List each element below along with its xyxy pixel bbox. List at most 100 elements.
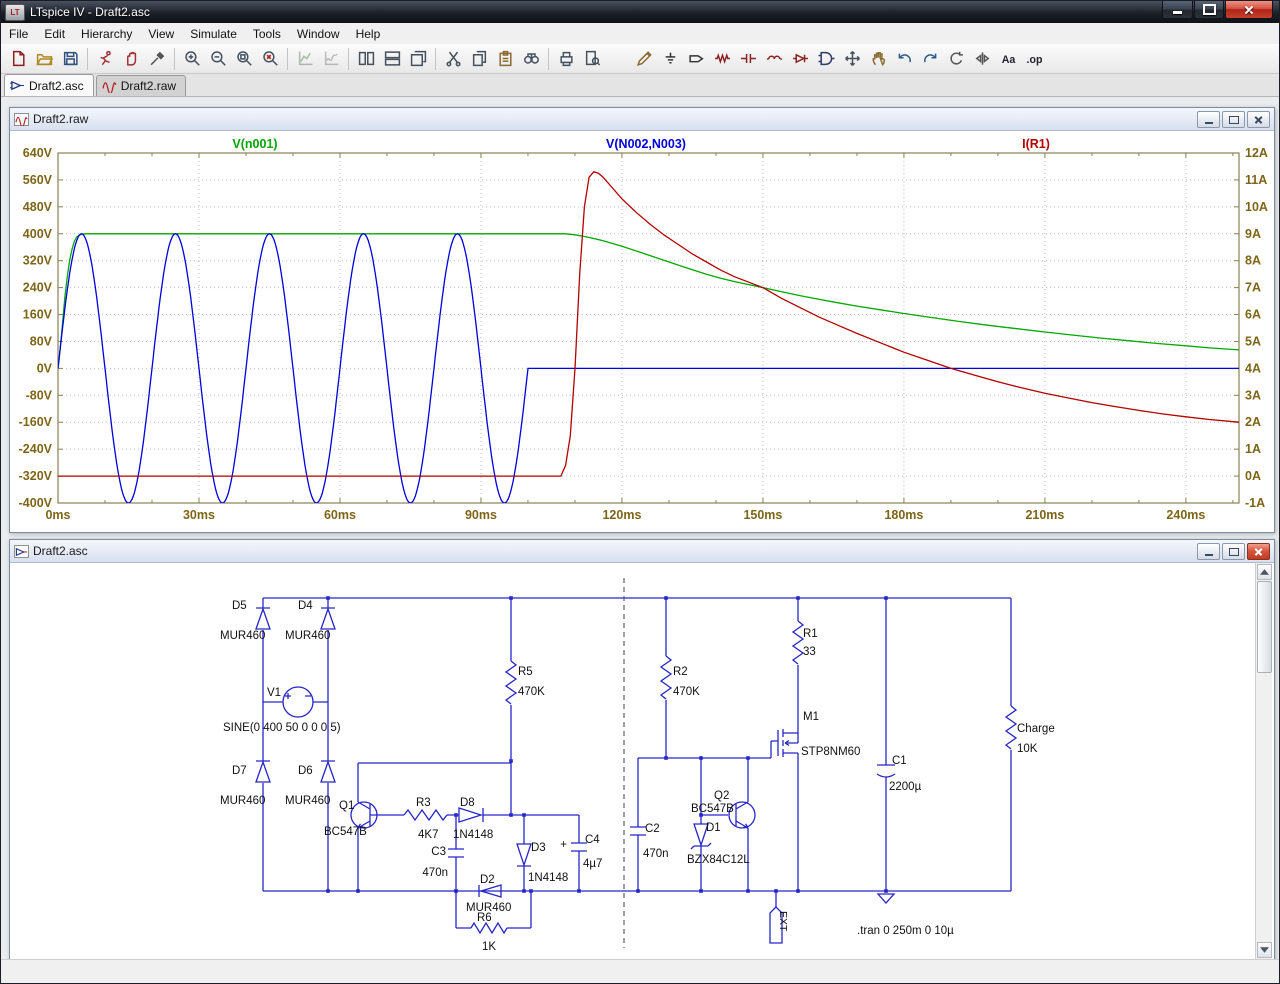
svg-text:160V: 160V [23,308,53,322]
label-net-button[interactable] [683,46,709,72]
component-label: Q1 [339,800,354,812]
scroll-down-button[interactable] [1257,942,1272,958]
cascade-button[interactable] [405,46,431,72]
minimize-button[interactable] [1162,1,1193,19]
mirror-button[interactable] [969,46,995,72]
paste-button[interactable] [492,46,518,72]
zoom-full-extents-button[interactable] [231,46,257,72]
menu-window[interactable]: Window [289,25,348,43]
title-bar[interactable]: LT LTspice IV - Draft2.asc [1,1,1279,23]
diode-button[interactable] [787,46,813,72]
waveform-minimize-button[interactable] [1197,111,1220,128]
ground-button[interactable] [657,46,683,72]
resistor-r5 [506,661,516,704]
svg-text:400V: 400V [23,227,53,241]
mdi-area: Draft2.raw 640V560V480V400V320V240V160V8… [1,97,1279,959]
drag-button[interactable] [865,46,891,72]
waveform-maximize-button[interactable] [1222,111,1245,128]
save-button[interactable] [57,46,83,72]
component-label: SINE(0 400 50 0 0 0 5) [223,722,341,734]
schematic-canvas[interactable]: D5 MUR460 D4 MUR460 V1 SINE(0 400 50 0 0… [10,563,1255,959]
undo-button[interactable] [891,46,917,72]
schematic-window: Draft2.asc [9,539,1275,961]
schematic-window-titlebar[interactable]: Draft2.asc [10,540,1274,563]
zoom-back-button[interactable] [257,46,283,72]
component-label: 470n [643,848,669,860]
print-button[interactable] [553,46,579,72]
schematic-vertical-scrollbar[interactable] [1255,563,1272,959]
inductor-button[interactable] [761,46,787,72]
print-preview-button[interactable] [579,46,605,72]
schematic-close-button[interactable] [1247,543,1270,560]
mirror-icon [974,50,991,67]
plot-settings-button[interactable] [318,46,344,72]
halt-button[interactable] [118,46,144,72]
legend-trace-vn001[interactable]: V(n001) [232,137,277,151]
svg-text:-320V: -320V [19,469,53,483]
tab-draft2-raw[interactable]: Draft2.raw [96,75,186,96]
zoom-out-button[interactable] [205,46,231,72]
tile-vertically-button[interactable] [353,46,379,72]
scroll-thumb[interactable] [1257,581,1272,673]
open-button[interactable] [31,46,57,72]
component-label: Q2 [714,790,729,802]
schematic-symbols[interactable] [256,608,1016,943]
svg-text:9A: 9A [1245,227,1261,241]
run-button[interactable] [92,46,118,72]
diode-d3 [517,844,531,866]
svg-text:0ms: 0ms [45,508,70,522]
waveform-close-button[interactable] [1247,111,1270,128]
menu-file[interactable]: File [1,25,36,43]
menu-simulate[interactable]: Simulate [182,25,245,43]
menu-help[interactable]: Help [348,25,389,43]
schematic-maximize-button[interactable] [1222,543,1245,560]
cut-button[interactable] [440,46,466,72]
tab-draft2-asc[interactable]: Draft2.asc [4,74,94,96]
find-button[interactable] [518,46,544,72]
component-label: 10K [1017,743,1038,755]
new-schematic-button[interactable] [5,46,31,72]
legend-trace-ir1[interactable]: I(R1) [1022,137,1050,151]
control-panel-button[interactable] [144,46,170,72]
spice-directive-button[interactable]: .op [1021,46,1047,72]
component-button[interactable] [813,46,839,72]
schematic-minimize-button[interactable] [1197,543,1220,560]
schematic-window-icon[interactable] [14,545,29,558]
waveform-plot[interactable]: 640V560V480V400V320V240V160V80V0V-80V-16… [10,131,1272,531]
close-button[interactable] [1225,1,1273,19]
component-label: 4µ7 [583,858,602,870]
capacitor-button[interactable] [735,46,761,72]
rotate-button[interactable] [943,46,969,72]
scroll-up-button[interactable] [1257,564,1272,580]
resistor-r2 [661,656,671,699]
maximize-button[interactable] [1194,1,1224,19]
autorange-y-button[interactable] [292,46,318,72]
menu-edit[interactable]: Edit [36,25,73,43]
text-button[interactable]: Aa [995,46,1021,72]
resistor-button[interactable] [709,46,735,72]
menu-view[interactable]: View [140,25,182,43]
menu-tools[interactable]: Tools [245,25,289,43]
waveform-window-icon[interactable] [14,113,29,126]
zoom-in-button[interactable] [179,46,205,72]
waveform-window-titlebar[interactable]: Draft2.raw [10,108,1274,131]
menu-hierarchy[interactable]: Hierarchy [73,25,140,43]
plot-settings-icon [323,50,340,67]
component-label: + [560,839,567,851]
arrow-down-icon [1260,947,1269,953]
maximize-icon [1229,116,1239,124]
legend-trace-vn002-n003[interactable]: V(N002,N003) [606,137,686,151]
component-label: D6 [298,765,313,777]
waveform-plot-area[interactable]: 640V560V480V400V320V240V160V80V0V-80V-16… [10,131,1272,531]
capacitor-icon [740,50,757,67]
copy-button[interactable] [466,46,492,72]
app-icon[interactable]: LT [5,4,25,21]
tile-horizontally-button[interactable] [379,46,405,72]
wire-icon [636,50,653,67]
undo-icon [896,50,913,67]
redo-button[interactable] [917,46,943,72]
move-button[interactable] [839,46,865,72]
wire-button[interactable] [631,46,657,72]
resistor-r1 [793,621,803,664]
svg-text:12A: 12A [1245,146,1268,160]
